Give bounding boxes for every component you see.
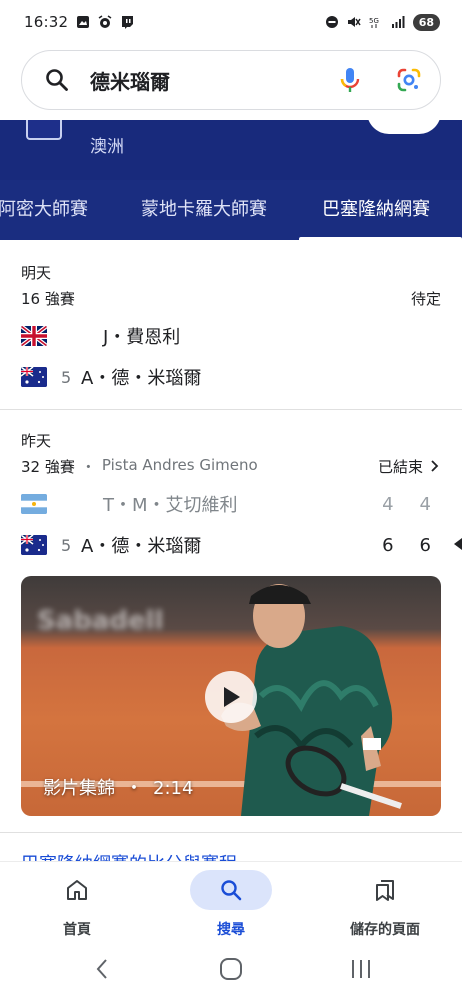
- set-score: 4: [419, 493, 431, 515]
- play-button[interactable]: [205, 671, 257, 723]
- search-icon: [221, 880, 242, 901]
- status-time: 16:32: [24, 13, 69, 31]
- player-row: T・M・艾切維利 4 4: [21, 489, 441, 519]
- player-name: T・M・艾切維利: [103, 495, 238, 516]
- nav-search[interactable]: 搜尋: [154, 862, 308, 944]
- player-row: J・費恩利: [21, 321, 441, 351]
- nav-icon-container: [190, 870, 272, 910]
- australia-flag-icon: [21, 535, 47, 555]
- system-nav-bar: [0, 944, 462, 1000]
- match-round: 32 強賽: [21, 458, 75, 476]
- australia-flag-icon: [21, 367, 47, 387]
- video-duration: 2:14: [153, 778, 194, 799]
- chevron-right-icon[interactable]: [429, 458, 441, 474]
- play-icon: [224, 687, 240, 707]
- follow-button[interactable]: [367, 120, 441, 134]
- recent-apps-icon[interactable]: [346, 954, 376, 984]
- google-lens-icon[interactable]: [396, 67, 422, 93]
- dnd-icon: [325, 16, 338, 28]
- set-score: 6: [419, 534, 431, 556]
- battery-icon: 68: [412, 13, 440, 31]
- match-day: 明天: [21, 264, 52, 282]
- uk-flag-icon: [21, 326, 47, 346]
- player-name: A・德・米瑙爾: [81, 368, 202, 389]
- search-input[interactable]: 德米瑙爾: [90, 66, 338, 95]
- divider: [0, 409, 462, 410]
- 5g-signal-icon: 5G: [369, 17, 379, 28]
- match-day: 昨天: [21, 432, 52, 450]
- nav-icon-container: [344, 870, 426, 910]
- status-bar: 16:32 5G 68: [0, 0, 462, 44]
- search-icon: [46, 69, 68, 91]
- svg-text:5G: 5G: [369, 17, 379, 25]
- match-status: 已結束: [377, 458, 423, 476]
- mute-icon: [347, 17, 361, 27]
- divider: [0, 832, 462, 833]
- match-round-row: 16 強賽 待定: [21, 288, 441, 309]
- set-score: 6: [382, 534, 394, 556]
- player-row: 5 A・德・米瑙爾 6 6: [21, 530, 441, 560]
- nav-icon-container: [36, 870, 118, 910]
- home-button-icon[interactable]: [216, 954, 246, 984]
- player-seed: 5: [61, 367, 72, 387]
- match-court: Pista Andres Gimeno: [101, 456, 258, 474]
- tab-barcelona[interactable]: 巴塞隆納網賽: [322, 180, 430, 240]
- video-caption: 影片集錦・ 2:14: [43, 774, 193, 800]
- match-status: 待定: [410, 290, 441, 308]
- back-icon[interactable]: [88, 954, 118, 984]
- nav-home[interactable]: 首頁: [0, 862, 154, 944]
- nav-label: 搜尋: [217, 922, 245, 938]
- search-bar[interactable]: 德米瑙爾: [21, 50, 441, 110]
- sponsor-logo: Sabadell: [37, 606, 164, 636]
- player-seed: 5: [61, 535, 72, 555]
- status-left: 16:32: [24, 13, 134, 31]
- twitch-icon: [122, 16, 134, 29]
- signal-bars-icon: [391, 16, 405, 28]
- tab-miami[interactable]: 阿密大師賽: [0, 180, 88, 240]
- match-round-row: 32 強賽 ・ Pista Andres Gimeno 已結束: [21, 456, 441, 477]
- mic-icon[interactable]: [338, 66, 362, 94]
- nav-saved[interactable]: 儲存的頁面: [308, 862, 462, 944]
- tab-monte-carlo[interactable]: 蒙地卡羅大師賽: [141, 180, 267, 240]
- australia-flag-icon: [26, 120, 62, 140]
- round-separator: ・: [80, 458, 96, 476]
- video-highlight-card[interactable]: Sabadell 影片集錦・ 2:14: [21, 576, 441, 816]
- active-tab-indicator: [299, 237, 462, 240]
- nav-label: 儲存的頁面: [350, 922, 420, 938]
- winner-indicator-icon: [454, 538, 462, 550]
- player-name: J・費恩利: [103, 327, 181, 348]
- saved-pages-icon: [376, 880, 394, 901]
- player-scores: 6 6: [382, 535, 431, 556]
- player-scores: 4 4: [382, 494, 431, 515]
- alarm-icon: [98, 15, 112, 28]
- region-label: 澳洲: [90, 137, 124, 157]
- gallery-icon: [77, 16, 90, 28]
- match-round: 16 強賽: [21, 290, 75, 308]
- argentina-flag-icon: [21, 494, 47, 514]
- home-icon: [67, 880, 87, 900]
- tournament-tabs: 阿密大師賽 蒙地卡羅大師賽 巴塞隆納網賽: [0, 180, 462, 240]
- team-header: 澳洲 阿密大師賽 蒙地卡羅大師賽 巴塞隆納網賽: [0, 120, 462, 240]
- nav-label: 首頁: [63, 922, 91, 938]
- video-label: 影片集錦: [43, 778, 115, 799]
- set-score: 4: [382, 493, 394, 515]
- player-name: A・德・米瑙爾: [81, 536, 202, 557]
- caption-separator: ・: [125, 778, 143, 799]
- player-row: 5 A・德・米瑙爾: [21, 362, 441, 392]
- bottom-nav: 首頁 搜尋 儲存的頁面: [0, 862, 462, 944]
- status-right: 5G 68: [325, 13, 440, 31]
